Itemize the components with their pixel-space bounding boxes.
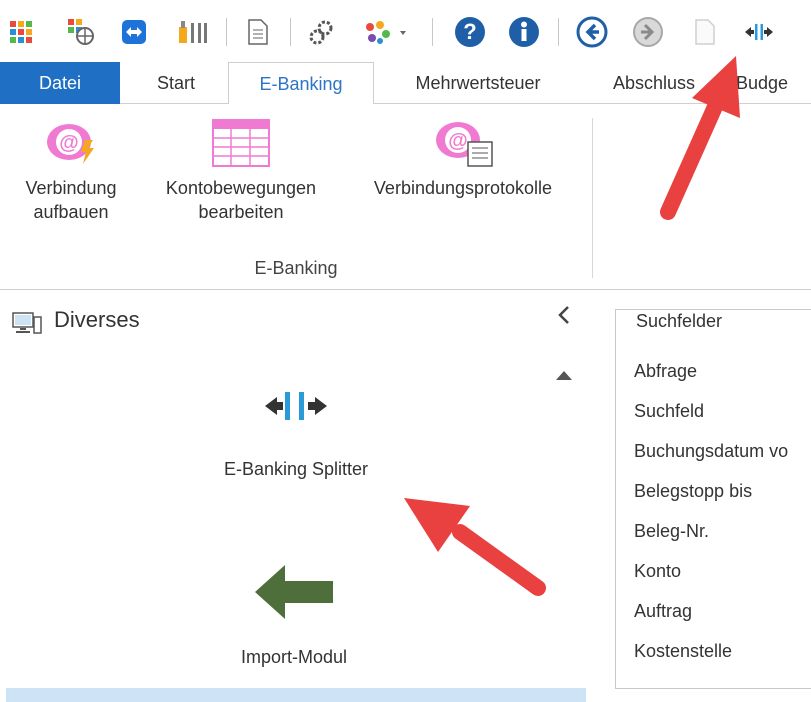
- chevron-left-icon: [558, 306, 569, 324]
- import-modul-tool[interactable]: Import-Modul: [194, 563, 394, 668]
- svg-text:?: ?: [463, 19, 476, 44]
- collapse-panel-button[interactable]: [556, 305, 572, 331]
- toolbar-separator: [558, 18, 559, 46]
- search-field-buchungsdatum[interactable]: Buchungsdatum vo: [634, 441, 788, 462]
- verbindung-label: Verbindung aufbauen: [25, 178, 117, 222]
- back-icon[interactable]: [574, 14, 610, 50]
- tab-datei[interactable]: Datei: [0, 62, 120, 104]
- ebanking-splitter-tool[interactable]: E-Banking Splitter: [196, 389, 396, 480]
- document-icon[interactable]: [246, 14, 270, 50]
- splitter-large-icon: [265, 392, 327, 420]
- search-field-abfrage[interactable]: Abfrage: [634, 361, 697, 382]
- verbindung-aufbauen-button[interactable]: @ Verbindung aufbauen: [6, 114, 136, 224]
- panel-title: Diverses: [54, 307, 140, 332]
- help-icon[interactable]: ?: [452, 14, 488, 50]
- tab-start[interactable]: Start: [124, 62, 228, 104]
- search-field-belegstopp[interactable]: Belegstopp bis: [634, 481, 752, 502]
- kontobewegungen-button[interactable]: Kontobewegungen bearbeiten: [146, 114, 336, 224]
- toolbar-separator: [226, 18, 227, 46]
- piggy-connect-icon: @: [47, 124, 94, 164]
- svg-text:@: @: [59, 132, 79, 154]
- svg-text:@: @: [448, 130, 468, 152]
- tools-icon[interactable]: [176, 14, 210, 50]
- colors-dropdown-icon[interactable]: [364, 14, 408, 50]
- import-arrow-icon: [255, 565, 333, 619]
- toolbar-separator: [290, 18, 291, 46]
- toolbar-separator: [432, 18, 433, 46]
- kontobewegungen-label: Kontobewegungen bearbeiten: [165, 178, 317, 222]
- ribbon-group-label: E-Banking: [254, 258, 338, 278]
- search-field-beleg-nr[interactable]: Beleg-Nr.: [634, 521, 709, 542]
- table-grid-icon: [212, 119, 270, 167]
- tab-mehrwertsteuer[interactable]: Mehrwertsteuer: [380, 62, 576, 104]
- verbindungsprotokolle-label: Verbindungsprotokolle: [373, 178, 553, 198]
- tab-ebanking[interactable]: E-Banking: [228, 62, 374, 105]
- scroll-up-icon[interactable]: [556, 371, 572, 380]
- splitter-label: E-Banking Splitter: [223, 459, 369, 479]
- web-grid-icon[interactable]: [66, 14, 96, 50]
- search-field-auftrag[interactable]: Auftrag: [634, 601, 692, 622]
- search-field-konto[interactable]: Konto: [634, 561, 681, 582]
- apps-grid-icon[interactable]: [8, 14, 34, 50]
- annotation-arrow-bottom: [404, 498, 546, 596]
- annotation-arrow-top: [660, 56, 740, 220]
- import-label: Import-Modul: [240, 647, 348, 667]
- info-icon[interactable]: [506, 14, 542, 50]
- ribbon-separator: [592, 118, 593, 278]
- teamviewer-icon[interactable]: [120, 14, 148, 50]
- suchfelder-legend: Suchfelder: [630, 311, 729, 332]
- selected-row-strip: [6, 688, 586, 702]
- verbindungsprotokolle-button[interactable]: @ Verbindungsprotokolle: [352, 114, 574, 200]
- piggy-log-icon: @: [436, 122, 493, 167]
- computer-icon: [12, 311, 42, 338]
- gears-icon[interactable]: [308, 14, 336, 50]
- search-field-suchfeld[interactable]: Suchfeld: [634, 401, 704, 422]
- search-field-kostenstelle[interactable]: Kostenstelle: [634, 641, 732, 662]
